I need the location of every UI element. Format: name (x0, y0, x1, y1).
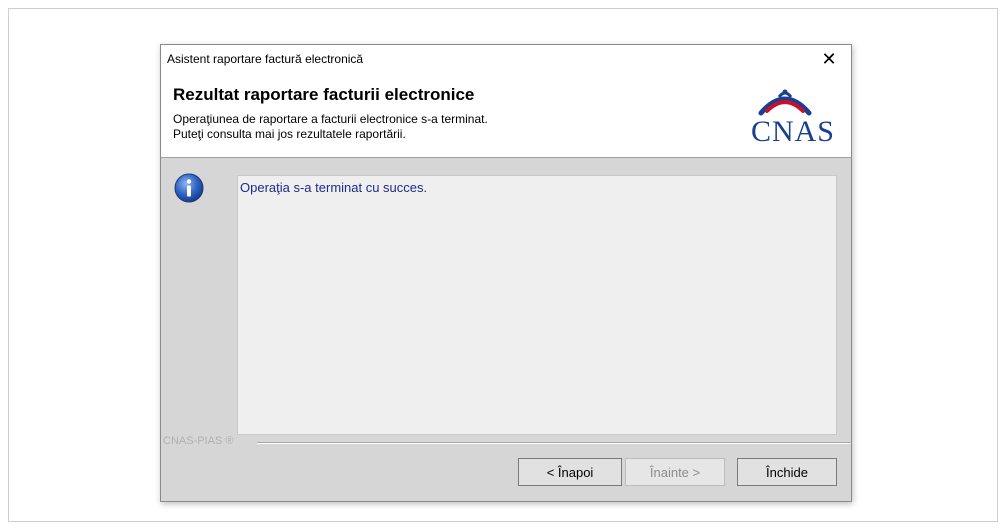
result-message: Operaţia s-a terminat cu succes. (240, 180, 428, 195)
result-message-box: Operaţia s-a terminat cu succes. (237, 175, 837, 435)
back-button[interactable]: < Înapoi (518, 458, 622, 486)
wizard-dialog: Asistent raportare factură electronică ✕… (160, 44, 852, 502)
brand-separator: CNAS-PIAS ® (161, 435, 851, 451)
content-area: Operaţia s-a terminat cu succes. (161, 158, 851, 441)
title-bar: Asistent raportare factură electronică ✕ (161, 45, 851, 75)
next-button[interactable]: Înainte > (625, 458, 725, 486)
window-title: Asistent raportare factură electronică (167, 52, 364, 66)
close-window-button[interactable]: ✕ (807, 45, 851, 75)
close-button[interactable]: Închide (737, 458, 837, 486)
header-description-line1: Operaţiunea de raportare a facturii elec… (173, 112, 488, 126)
header-title: Rezultat raportare facturii electronice (173, 85, 475, 104)
cnas-logo: CNAS (725, 81, 835, 149)
header-description: Operaţiunea de raportare a facturii elec… (173, 112, 488, 142)
separator-line (257, 442, 851, 444)
cnas-logo-emblem-icon (758, 89, 812, 116)
info-icon (174, 173, 204, 203)
header-description-line2: Puteţi consulta mai jos rezultatele rapo… (173, 127, 406, 141)
wizard-header: Rezultat raportare facturii electronice … (161, 75, 851, 158)
brand-label: CNAS-PIAS ® (163, 435, 238, 447)
logo-text: CNAS (750, 115, 835, 148)
